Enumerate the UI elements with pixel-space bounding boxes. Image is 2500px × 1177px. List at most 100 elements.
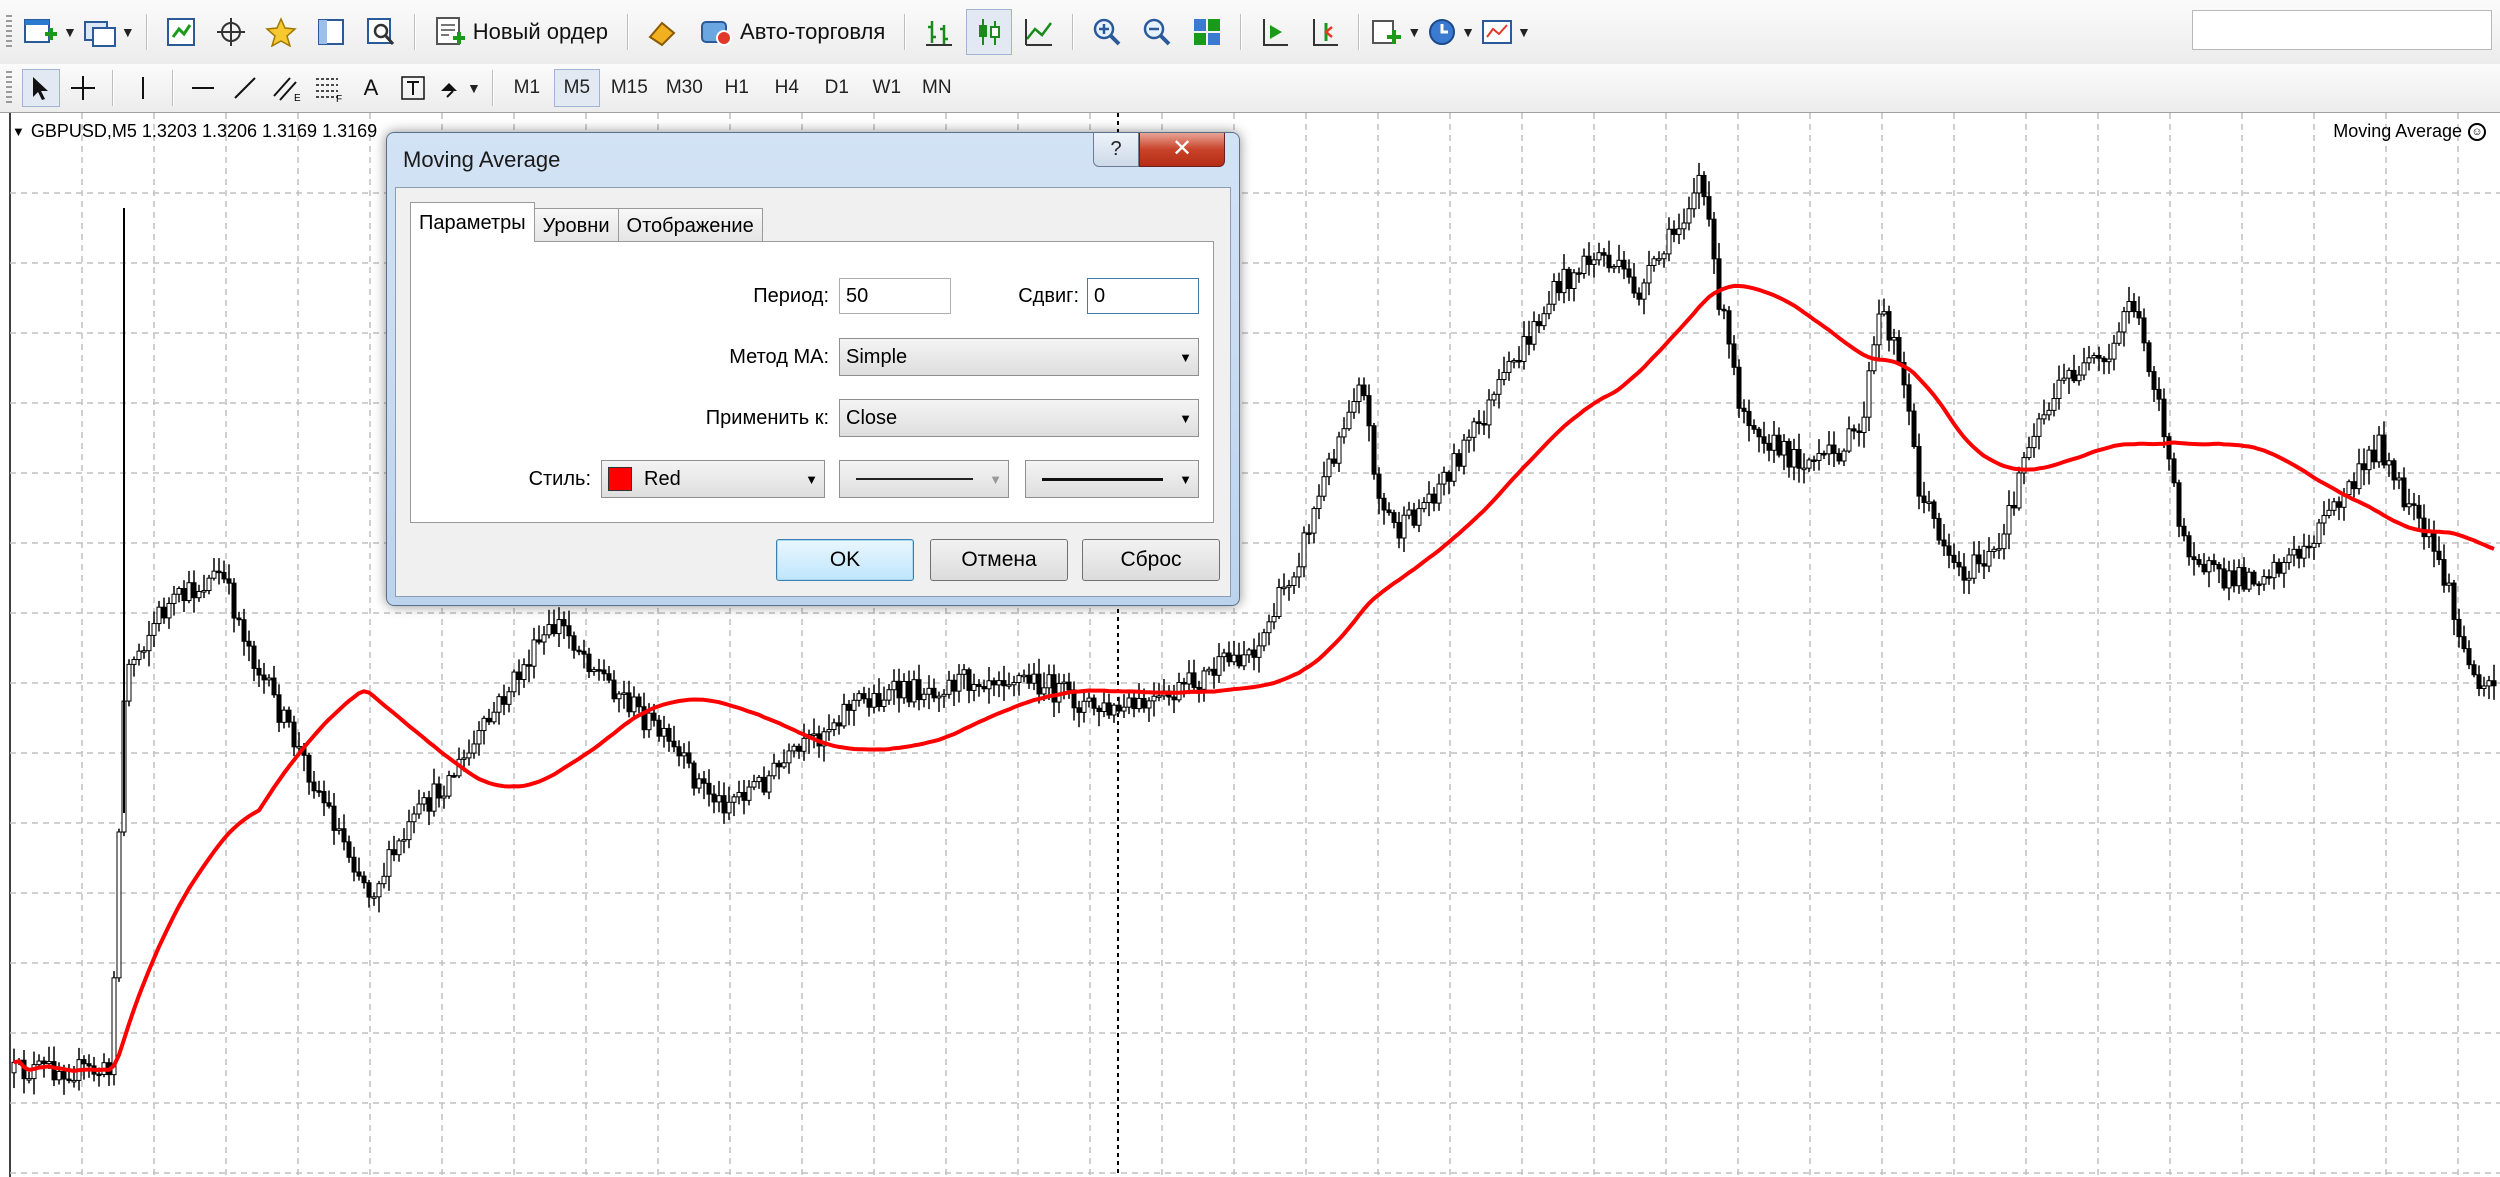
auto-scroll-button[interactable] xyxy=(1252,9,1298,55)
toolbar-grip[interactable] xyxy=(6,71,12,105)
candle-body xyxy=(386,849,392,877)
new-order-button[interactable]: Новый ордер xyxy=(426,9,617,55)
strategy-tester-button[interactable] xyxy=(358,9,404,55)
parameters-panel: Период: 50 Сдвиг: 0 Метод МА: Simple ▼ П… xyxy=(410,241,1214,523)
candle-body xyxy=(1746,410,1752,427)
horizontal-line-button[interactable] xyxy=(184,69,222,107)
profiles-button[interactable]: ▼ xyxy=(82,9,136,55)
cancel-button[interactable]: Отмена xyxy=(930,539,1068,581)
candle-body xyxy=(2031,435,2037,449)
candle-body xyxy=(2006,505,2012,535)
candle-body xyxy=(1886,311,1892,341)
candle-body xyxy=(2346,481,2352,496)
candle-body xyxy=(1571,272,1577,290)
new-chart-button[interactable]: ▼ xyxy=(22,9,78,55)
candle-body xyxy=(2411,503,2417,506)
chart-window[interactable]: ▼ GBPUSD,M5 1.3203 1.3206 1.3169 1.3169 … xyxy=(0,112,2500,1177)
candle-body xyxy=(1706,196,1712,220)
candle-body xyxy=(2416,504,2422,519)
auto-trading-button[interactable]: Авто-торговля xyxy=(689,9,894,55)
candle-body xyxy=(276,694,282,723)
reset-button[interactable]: Сброс xyxy=(1082,539,1220,581)
candle-body xyxy=(2211,560,2217,566)
candle-body xyxy=(396,840,402,856)
candle-body xyxy=(1141,697,1147,709)
bar-chart-button[interactable] xyxy=(916,9,962,55)
candlestick-chart-button[interactable] xyxy=(966,9,1013,55)
timeframe-m30-button[interactable]: M30 xyxy=(659,69,710,107)
tab-visualization[interactable]: Отображение xyxy=(617,208,763,242)
line-width-select[interactable]: ▼ xyxy=(1025,460,1199,498)
meta-editor-button[interactable] xyxy=(639,9,685,55)
tab-parameters[interactable]: Параметры xyxy=(410,202,535,242)
periods-button[interactable]: ▼ xyxy=(1426,9,1476,55)
timeframe-h1-button[interactable]: H1 xyxy=(714,69,760,107)
candle-body xyxy=(941,693,947,697)
zoom-in-button[interactable] xyxy=(1084,9,1130,55)
candle-body xyxy=(1106,702,1112,716)
terminal-button[interactable] xyxy=(308,9,354,55)
search-input[interactable] xyxy=(2192,10,2492,50)
text-label-button[interactable] xyxy=(394,69,432,107)
color-select[interactable]: Red ▼ xyxy=(601,460,825,498)
candle-body xyxy=(2081,362,2087,376)
navigator-button[interactable] xyxy=(258,9,304,55)
timeframe-m5-button[interactable]: M5 xyxy=(553,69,600,107)
fibonacci-button[interactable]: F xyxy=(310,69,348,107)
help-button[interactable]: ? xyxy=(1093,133,1139,167)
ok-button[interactable]: OK xyxy=(776,539,914,581)
candle-body xyxy=(1691,192,1697,210)
close-button[interactable]: ✕ xyxy=(1139,133,1225,167)
crosshair-button[interactable] xyxy=(64,69,102,107)
candle-body xyxy=(776,762,782,768)
candle-body xyxy=(546,624,552,636)
arrows-button[interactable]: ▼ xyxy=(436,69,482,107)
price-chart[interactable] xyxy=(0,113,2500,1177)
market-watch-button[interactable] xyxy=(158,9,204,55)
cursor-button[interactable] xyxy=(22,69,60,107)
indicators-button[interactable]: ▼ xyxy=(1370,9,1422,55)
zoom-out-button[interactable] xyxy=(1134,9,1180,55)
chevron-down-icon: ▼ xyxy=(989,471,1002,487)
data-window-button[interactable] xyxy=(208,9,254,55)
timeframe-m1-button[interactable]: M1 xyxy=(504,69,550,107)
candle-body xyxy=(1636,292,1642,300)
line-style-select[interactable]: ▼ xyxy=(839,460,1009,498)
candle-body xyxy=(1566,268,1572,290)
candle-body xyxy=(511,671,517,693)
vertical-line-button[interactable] xyxy=(124,69,162,107)
timeframe-d1-button[interactable]: D1 xyxy=(814,69,860,107)
timeframe-h4-button[interactable]: H4 xyxy=(764,69,810,107)
timeframe-mn-button[interactable]: MN xyxy=(914,69,960,107)
timeframe-w1-button[interactable]: W1 xyxy=(864,69,910,107)
zoom-in-icon xyxy=(1094,18,1121,46)
toolbar-separator xyxy=(491,70,494,106)
chart-shift-button[interactable] xyxy=(1302,9,1348,55)
ma-method-select[interactable]: Simple ▼ xyxy=(839,338,1199,376)
candle-body xyxy=(2061,377,2067,381)
shift-input[interactable]: 0 xyxy=(1087,278,1199,314)
candle-body xyxy=(211,570,217,579)
trendline-button[interactable] xyxy=(226,69,264,107)
templates-button[interactable]: ▼ xyxy=(1480,9,1532,55)
candle-body xyxy=(1011,682,1017,686)
candle-body xyxy=(1236,654,1242,667)
triangle-down-icon[interactable]: ▼ xyxy=(12,124,25,139)
candle-body xyxy=(366,882,372,898)
tile-windows-button[interactable] xyxy=(1184,9,1230,55)
candle-body xyxy=(291,721,297,748)
toolbar-grip[interactable] xyxy=(6,15,12,49)
candle-body xyxy=(1151,695,1157,702)
timeframe-m15-button[interactable]: M15 xyxy=(604,69,655,107)
text-button[interactable]: A xyxy=(352,69,390,107)
apply-to-select[interactable]: Close ▼ xyxy=(839,399,1199,437)
candle-body xyxy=(2236,567,2242,587)
equidistant-channel-button[interactable]: E xyxy=(268,69,306,107)
candle-body xyxy=(1731,343,1737,368)
period-input[interactable]: 50 xyxy=(839,278,951,314)
candle-body xyxy=(926,687,932,695)
candle-body xyxy=(646,712,652,731)
line-chart-button[interactable] xyxy=(1016,9,1062,55)
tab-levels[interactable]: Уровни xyxy=(533,208,619,242)
candle-body xyxy=(801,737,807,752)
